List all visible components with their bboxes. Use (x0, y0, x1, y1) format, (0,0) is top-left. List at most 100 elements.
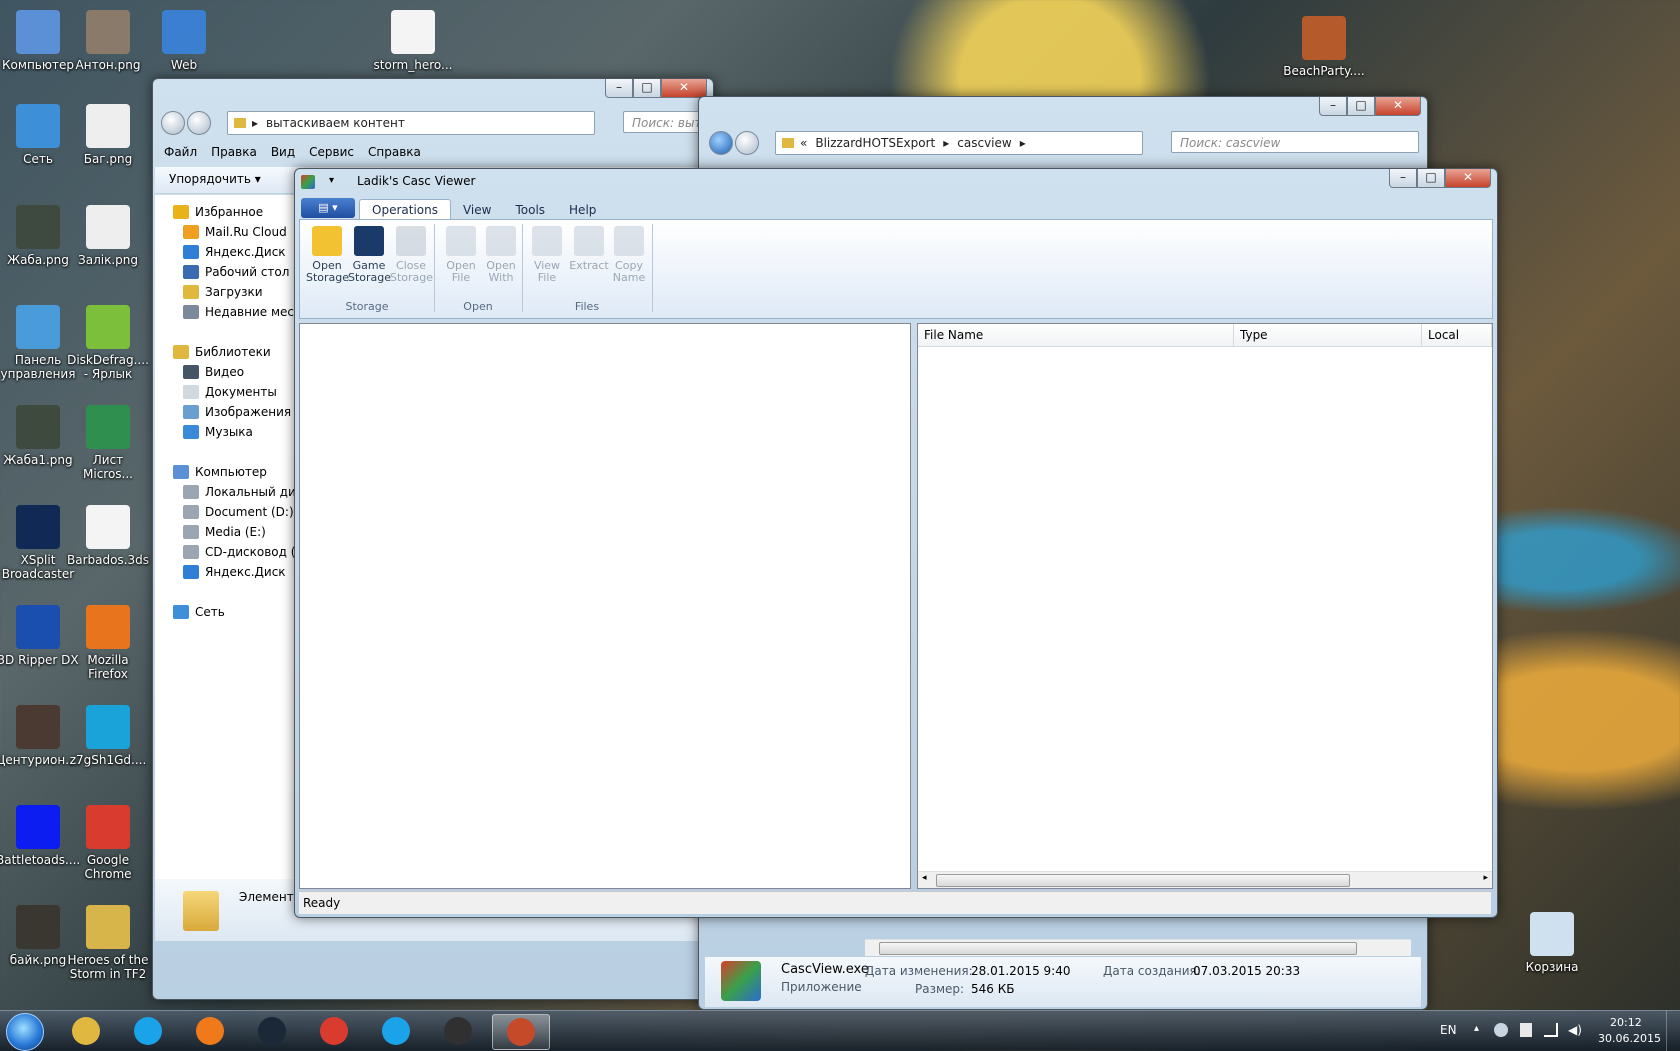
casc-viewer-window[interactable]: ▾ Ladik's Casc Viewer – □ ✕ ▤ ▾ Operatio… (294, 168, 1498, 918)
extract-button[interactable]: Extract (568, 226, 610, 272)
nav-item[interactable]: Mail.Ru Cloud (183, 225, 287, 239)
tab-view[interactable]: View (451, 200, 503, 220)
menu-item[interactable]: Файл (157, 145, 204, 159)
nav-item[interactable]: Компьютер (173, 465, 267, 479)
breadcrumb-overflow[interactable]: « (800, 136, 807, 150)
nav-item[interactable]: Документы (183, 385, 277, 399)
desktop-icon[interactable]: DiskDefrag.... - Ярлык (66, 305, 150, 381)
game-storage-button[interactable]: Game Storage (348, 226, 391, 284)
taskbar-app-skype[interactable] (368, 1014, 424, 1048)
clock-time[interactable]: 20:12 (1610, 1016, 1642, 1029)
desktop-icon[interactable]: Антон.png (66, 10, 150, 72)
network-icon[interactable] (1544, 1023, 1558, 1037)
scroll-left-arrow-icon[interactable]: ◂ (922, 873, 927, 883)
desktop-icon[interactable]: Heroes of the Storm in TF2 (66, 905, 150, 981)
close-button[interactable]: ✕ (1445, 169, 1491, 188)
open-with-button[interactable]: Open With (480, 226, 522, 284)
folder-tree-pane[interactable] (299, 323, 911, 889)
scrollbar-thumb[interactable] (879, 942, 1357, 955)
desktop-icon[interactable]: storm_hero... (371, 10, 455, 72)
taskbar-app-skype[interactable] (120, 1014, 176, 1048)
address-bar[interactable]: « BlizzardHOTSExport ▸ cascview ▸ (775, 131, 1143, 155)
nav-item[interactable]: Избранное (173, 205, 263, 219)
menu-item[interactable]: Сервис (302, 145, 361, 159)
nav-item[interactable]: Изображения (183, 405, 291, 419)
clock-date[interactable]: 30.06.2015 (1598, 1032, 1661, 1045)
desktop-icon[interactable]: Баг.png (66, 104, 150, 166)
column-header[interactable]: Local (1422, 324, 1492, 346)
minimize-button[interactable]: – (605, 79, 633, 98)
breadcrumb-item[interactable]: cascview (957, 136, 1011, 150)
view-file-button[interactable]: View File (526, 226, 568, 284)
menu-item[interactable]: Правка (204, 145, 264, 159)
nav-item[interactable]: Загрузки (183, 285, 263, 299)
nav-item[interactable]: Локальный диск (183, 485, 310, 499)
tab-tools[interactable]: Tools (503, 200, 557, 220)
column-header[interactable]: Type (1234, 324, 1422, 346)
desktop-icon[interactable]: z7gSh1Gd.... (66, 705, 150, 767)
close-button[interactable]: ✕ (1375, 97, 1421, 116)
menu-item[interactable]: Вид (264, 145, 302, 159)
menu-item[interactable]: Справка (361, 145, 428, 159)
desktop-icon[interactable]: Barbados.3ds (66, 505, 150, 567)
tab-help[interactable]: Help (557, 200, 608, 220)
taskbar-app-obs[interactable] (430, 1014, 486, 1048)
nav-item[interactable]: Библиотеки (173, 345, 271, 359)
search-input[interactable]: Поиск: cascview (1171, 131, 1419, 153)
nav-item[interactable]: Document (D:) (183, 505, 294, 519)
file-list-pane[interactable]: File Name Type Local ◂ ▸ (917, 323, 1493, 889)
organize-button[interactable]: Упорядочить ▾ (169, 172, 261, 186)
action-center-icon[interactable] (1520, 1023, 1532, 1037)
show-desktop-button[interactable] (1666, 1011, 1679, 1051)
language-indicator[interactable]: EN (1440, 1023, 1457, 1037)
desktop-icon[interactable]: Mozilla Firefox (66, 605, 150, 681)
taskbar-app-chrome[interactable] (306, 1014, 362, 1048)
maximize-button[interactable]: □ (1347, 97, 1375, 116)
volume-icon[interactable]: ◀) (1568, 1023, 1582, 1037)
steam-tray-icon[interactable] (1494, 1023, 1508, 1037)
desktop-icon[interactable]: BeachParty.... (1282, 16, 1366, 78)
start-button[interactable] (6, 1013, 44, 1051)
back-button[interactable] (161, 111, 185, 135)
scrollbar-thumb[interactable] (936, 874, 1350, 887)
taskbar-app-explorer[interactable] (58, 1014, 114, 1048)
breadcrumb-item[interactable]: BlizzardHOTSExport (815, 136, 935, 150)
minimize-button[interactable]: – (1389, 169, 1417, 188)
desktop-icon[interactable]: Web (142, 10, 226, 72)
address-bar[interactable]: ▸ вытаскиваем контент (227, 111, 595, 135)
nav-item[interactable]: Яндекс.Диск (183, 565, 286, 579)
nav-item[interactable]: Рабочий стол (183, 265, 289, 279)
horizontal-scrollbar[interactable] (865, 939, 1411, 956)
nav-item[interactable]: CD-дисковод (K (183, 545, 303, 559)
open-storage-button[interactable]: Open Storage (306, 226, 349, 284)
forward-button[interactable] (735, 131, 759, 155)
back-button[interactable] (709, 131, 733, 155)
column-header[interactable]: File Name (918, 324, 1234, 346)
nav-item[interactable]: Сеть (173, 605, 225, 619)
close-storage-button[interactable]: Close Storage (390, 226, 433, 284)
maximize-button[interactable]: □ (633, 79, 661, 98)
desktop-icon[interactable]: Корзина (1510, 912, 1594, 974)
minimize-button[interactable]: – (1319, 97, 1347, 116)
taskbar-app-steam[interactable] (244, 1014, 300, 1048)
application-menu-button[interactable]: ▤ ▾ (301, 198, 355, 218)
taskbar-app-origin[interactable] (182, 1014, 238, 1048)
forward-button[interactable] (187, 111, 211, 135)
desktop-icon[interactable]: Залік.png (66, 205, 150, 267)
close-button[interactable]: ✕ (661, 79, 707, 98)
nav-item[interactable]: Недавние места (183, 305, 308, 319)
nav-item[interactable]: Media (E:) (183, 525, 266, 539)
nav-item[interactable]: Яндекс.Диск (183, 245, 286, 259)
nav-item[interactable]: Музыка (183, 425, 253, 439)
desktop-icon[interactable]: Google Chrome (66, 805, 150, 881)
tab-operations[interactable]: Operations (359, 199, 451, 220)
open-file-button[interactable]: Open File (440, 226, 482, 284)
desktop-icon[interactable]: Лист Micros... (66, 405, 150, 481)
quick-access-dropdown[interactable]: ▾ (329, 175, 334, 186)
maximize-button[interactable]: □ (1417, 169, 1445, 188)
nav-item[interactable]: Видео (183, 365, 244, 379)
horizontal-scrollbar[interactable]: ◂ ▸ (918, 871, 1492, 888)
scroll-right-arrow-icon[interactable]: ▸ (1483, 873, 1488, 883)
tray-expand-icon[interactable]: ▴ (1474, 1023, 1479, 1034)
copy-name-button[interactable]: Copy Name (608, 226, 650, 284)
